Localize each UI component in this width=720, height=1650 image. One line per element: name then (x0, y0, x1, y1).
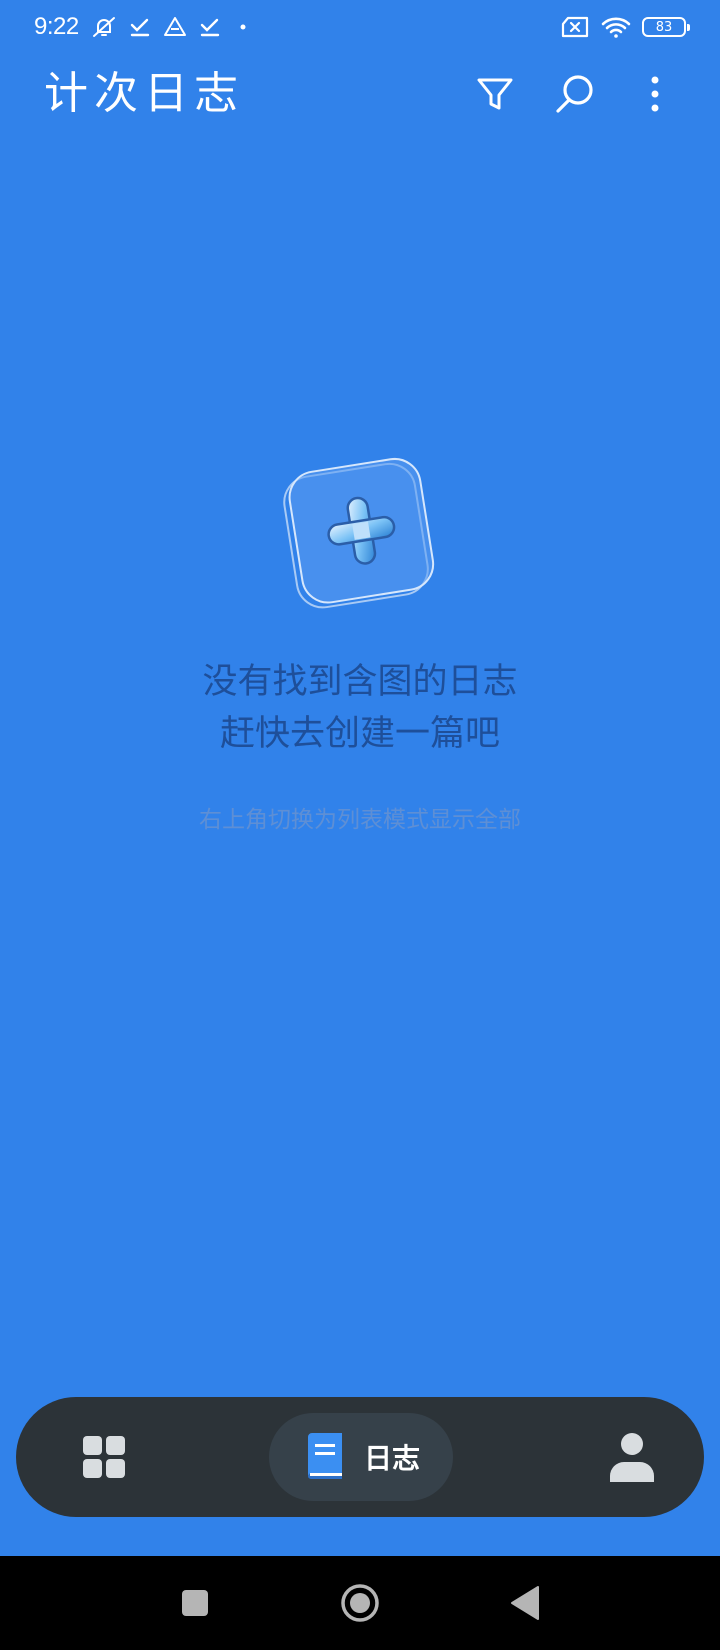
page-title: 计次日志 (44, 68, 244, 119)
check-icon (129, 16, 151, 38)
empty-state-title: 没有找到含图的日志 赶快去创建一篇吧 (0, 656, 720, 760)
system-navigation-bar (0, 1556, 720, 1650)
nav-item-journal-label: 日志 (363, 1442, 420, 1475)
nav-item-journal[interactable]: 日志 (269, 1413, 453, 1501)
add-icon (283, 457, 435, 609)
journal-icon (307, 1433, 342, 1480)
check-icon (199, 16, 221, 38)
back-button[interactable] (500, 1578, 550, 1628)
empty-state-title-line2: 赶快去创建一篇吧 (219, 714, 500, 754)
empty-state-title-line1: 没有找到含图的日志 (202, 662, 518, 702)
filter-button[interactable] (465, 54, 525, 134)
dot-icon (233, 16, 253, 38)
status-left: 9:22 (34, 13, 253, 41)
drive-icon (163, 16, 187, 38)
nav-item-grid[interactable] (64, 1417, 144, 1497)
empty-state-illustration (280, 455, 440, 615)
search-button[interactable] (545, 54, 605, 134)
sim-x-icon (560, 16, 590, 38)
home-circle-icon (341, 1584, 379, 1622)
recent-apps-button[interactable] (170, 1578, 220, 1628)
filter-icon (477, 78, 513, 110)
back-triangle-icon (511, 1586, 539, 1620)
bell-off-icon (91, 15, 117, 39)
more-vertical-icon (651, 76, 659, 112)
wifi-icon (600, 15, 632, 39)
bottom-navigation: 日志 (16, 1397, 704, 1517)
status-time: 9:22 (34, 13, 79, 40)
person-icon (610, 1433, 654, 1482)
battery-icon: 83 (642, 17, 690, 37)
more-options-button[interactable] (625, 54, 685, 134)
search-icon (556, 75, 593, 113)
empty-state-hint: 右上角切换为列表模式显示全部 (199, 807, 521, 833)
square-icon (182, 1590, 208, 1616)
battery-level: 83 (655, 19, 673, 35)
status-bar: 9:22 83 (0, 0, 720, 54)
app-bar: 计次日志 (0, 54, 720, 134)
grid-icon (83, 1436, 125, 1478)
home-button[interactable] (335, 1578, 385, 1628)
status-right: 83 (560, 15, 690, 39)
nav-item-profile[interactable] (592, 1417, 672, 1497)
